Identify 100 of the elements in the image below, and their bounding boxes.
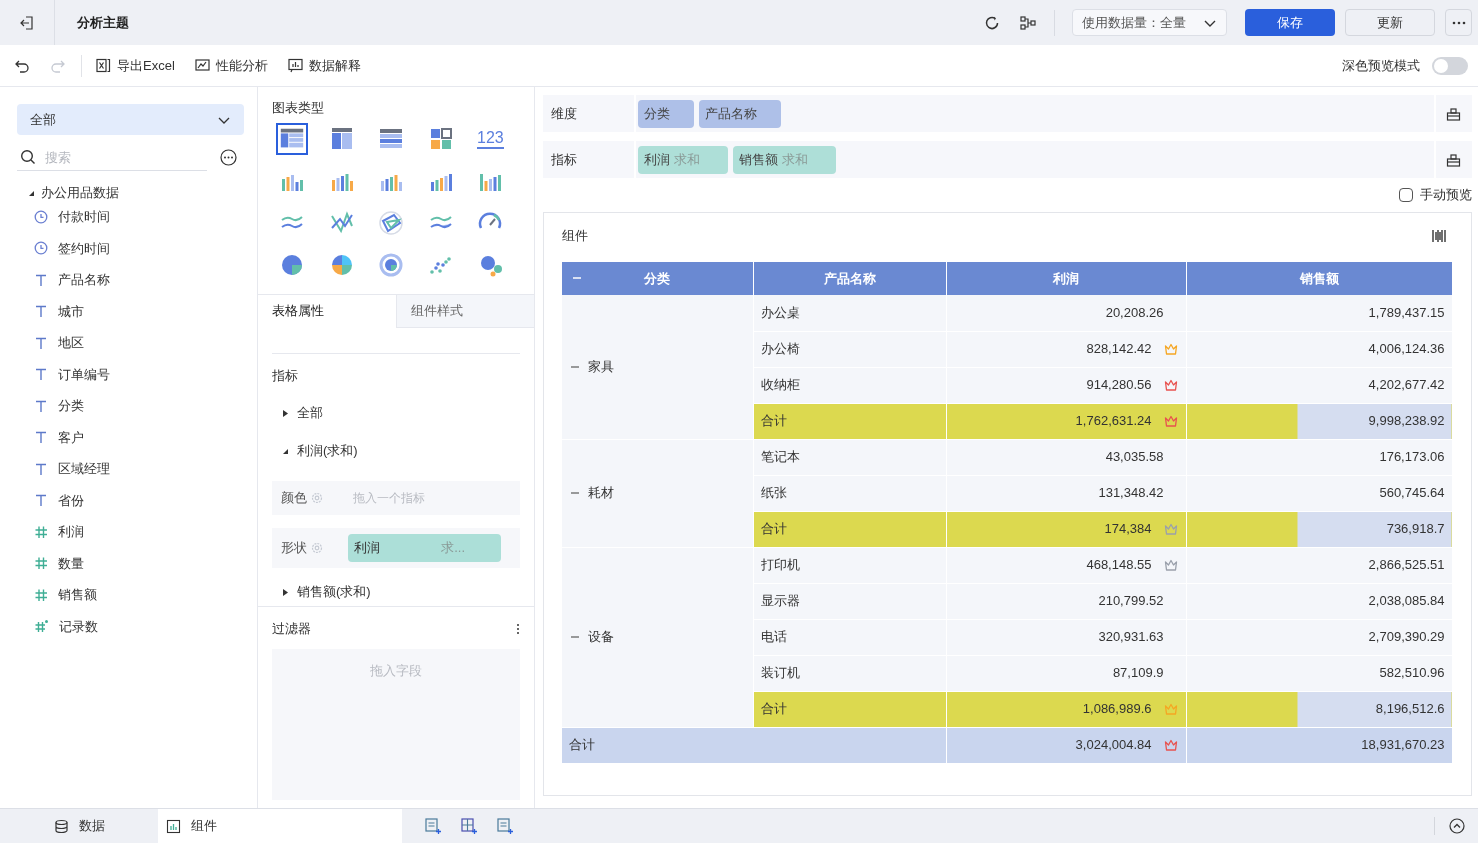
add-grid-icon[interactable] — [460, 817, 478, 835]
field-chip[interactable]: 分类 — [638, 99, 694, 128]
triangle-right-icon[interactable] — [282, 588, 289, 596]
toolbar-button[interactable]: 导出Excel — [96, 55, 175, 76]
metric-item[interactable]: 全部 — [297, 403, 323, 423]
subtotal-cell-text: 174,384 — [1104, 520, 1152, 539]
subtotal-cell: 合计 — [753, 691, 946, 727]
table-cell: 办公桌 — [753, 295, 946, 331]
table-cell-text: 914,280.56 — [1086, 376, 1152, 395]
component-title: 组件 — [562, 227, 588, 246]
collapse-up-icon[interactable] — [1449, 818, 1465, 834]
add-report-icon[interactable] — [496, 817, 514, 835]
barcode-icon[interactable] — [1430, 229, 1447, 243]
field-chip[interactable]: 利润 求... — [348, 534, 501, 562]
more-vertical-icon[interactable] — [516, 622, 520, 635]
clock-icon — [34, 241, 48, 256]
text-type-icon — [34, 335, 48, 350]
field-chip[interactable]: 产品名称 — [699, 99, 781, 128]
toolbar-button[interactable]: 数据解释 — [287, 55, 361, 76]
subtotal-cell: 合计 — [753, 403, 946, 439]
field-item[interactable]: 省份 — [58, 490, 84, 510]
triangle-down-icon[interactable] — [28, 189, 35, 197]
section-title: 图表类型 — [272, 99, 325, 117]
text-type-icon — [34, 304, 48, 319]
field-chip[interactable]: 销售额 求和 — [733, 145, 836, 174]
field-item[interactable]: 签约时间 — [58, 238, 110, 258]
table-cell: 电话 — [753, 619, 946, 655]
dataset-name[interactable]: 办公用品数据 — [41, 183, 119, 203]
checkbox[interactable] — [1398, 188, 1413, 202]
field-item[interactable]: 地区 — [58, 333, 84, 353]
field-item[interactable]: 订单编号 — [58, 364, 110, 384]
field-item[interactable]: 分类 — [58, 396, 84, 416]
section-title: 指标 — [272, 366, 299, 385]
field-item[interactable]: 销售额 — [58, 585, 97, 605]
table-cell-text: 320,931.63 — [1098, 628, 1164, 647]
text-type-icon — [34, 493, 48, 508]
bottom-tab[interactable]: 组件 — [158, 809, 402, 843]
field-chip[interactable]: 利润 求和 — [638, 145, 728, 174]
hierarchy-icon[interactable] — [1019, 14, 1037, 31]
hash-icon — [34, 556, 48, 571]
text-type-icon — [34, 430, 48, 445]
excel-icon — [96, 58, 111, 73]
scope-dropdown[interactable]: 全部 — [17, 104, 244, 135]
toolbar-button[interactable]: 性能分析 — [194, 55, 268, 76]
text-type-icon — [34, 367, 48, 382]
checkbox-label: 手动预览 — [1419, 186, 1472, 205]
total-cell: 合计 — [562, 727, 946, 763]
field-item[interactable]: 客户 — [58, 427, 84, 447]
table-chart-icon[interactable] — [276, 122, 308, 155]
subtotal-cell: 736,918.7 — [1186, 511, 1452, 547]
field-item[interactable]: 记录数 — [59, 616, 98, 636]
field-item[interactable]: 区域经理 — [58, 459, 110, 479]
property-tab[interactable]: 组件样式 — [396, 294, 534, 328]
section-title: 过滤器 — [272, 620, 311, 638]
field-item[interactable]: 城市 — [58, 301, 84, 321]
table-cell: 2,709,390.29 — [1186, 619, 1452, 655]
hash-icon — [34, 524, 48, 539]
more-icon — [1451, 20, 1466, 25]
shape-drop-zone[interactable]: 形状 利润 求... — [272, 528, 520, 568]
triangle-down-icon[interactable] — [282, 447, 289, 455]
save-button[interactable]: 保存 — [1245, 9, 1335, 36]
table-cell-text: 20,208.26 — [1105, 304, 1164, 322]
table-cell: 纸张 — [753, 475, 946, 511]
table-cell: 收纳柜 — [753, 367, 946, 403]
exit-icon[interactable] — [19, 14, 35, 31]
subtotal-cell: 合计 — [753, 511, 946, 547]
hash-icon — [34, 587, 48, 602]
data-amount-dropdown[interactable]: 使用数据量：全量 — [1072, 9, 1227, 36]
table-cell-text: 468,148.55 — [1086, 556, 1152, 575]
hash-star-icon — [34, 619, 49, 634]
table-cell-text: 131,348.42 — [1098, 484, 1164, 503]
subtotal-cell: 8,196,512.6 — [1186, 691, 1452, 727]
number-card-option[interactable]: 123 — [474, 122, 507, 155]
field-item[interactable]: 利润 — [58, 522, 84, 542]
search-field[interactable]: 搜索 — [45, 145, 195, 169]
field-item[interactable]: 数量 — [58, 553, 84, 573]
triangle-right-icon[interactable] — [282, 409, 289, 417]
shelf-label: 维度 — [543, 95, 636, 132]
table-cell: 打印机 — [753, 547, 946, 583]
shape-label: 形状 — [281, 539, 307, 558]
field-item[interactable]: 付款时间 — [58, 207, 110, 227]
add-chart-icon[interactable] — [424, 817, 442, 835]
metric-item[interactable]: 销售额(求和) — [297, 582, 371, 602]
text-type-icon — [34, 272, 48, 287]
field-item[interactable]: 产品名称 — [58, 270, 110, 290]
table-cell-text: 828,142.42 — [1086, 340, 1152, 359]
table-cell: 582,510.96 — [1186, 655, 1452, 691]
shelf-label: 指标 — [543, 141, 636, 178]
dark-preview-switch[interactable] — [1432, 56, 1468, 75]
table-cell: 笔记本 — [753, 439, 946, 475]
category-label: 耗材 — [588, 484, 614, 503]
chart-icon — [166, 818, 181, 834]
text-type-icon — [34, 461, 48, 476]
table-cell-text: 87,109.9 — [1112, 664, 1164, 683]
total-cell-text: 3,024,004.84 — [1075, 736, 1152, 755]
metric-item[interactable]: 利润(求和) — [297, 441, 358, 461]
update-button[interactable]: 更新 — [1345, 9, 1435, 36]
more-icon[interactable] — [220, 149, 237, 166]
table-cell: 176,173.06 — [1186, 439, 1452, 475]
subtotal-cell-text: 1,762,631.24 — [1075, 412, 1152, 431]
